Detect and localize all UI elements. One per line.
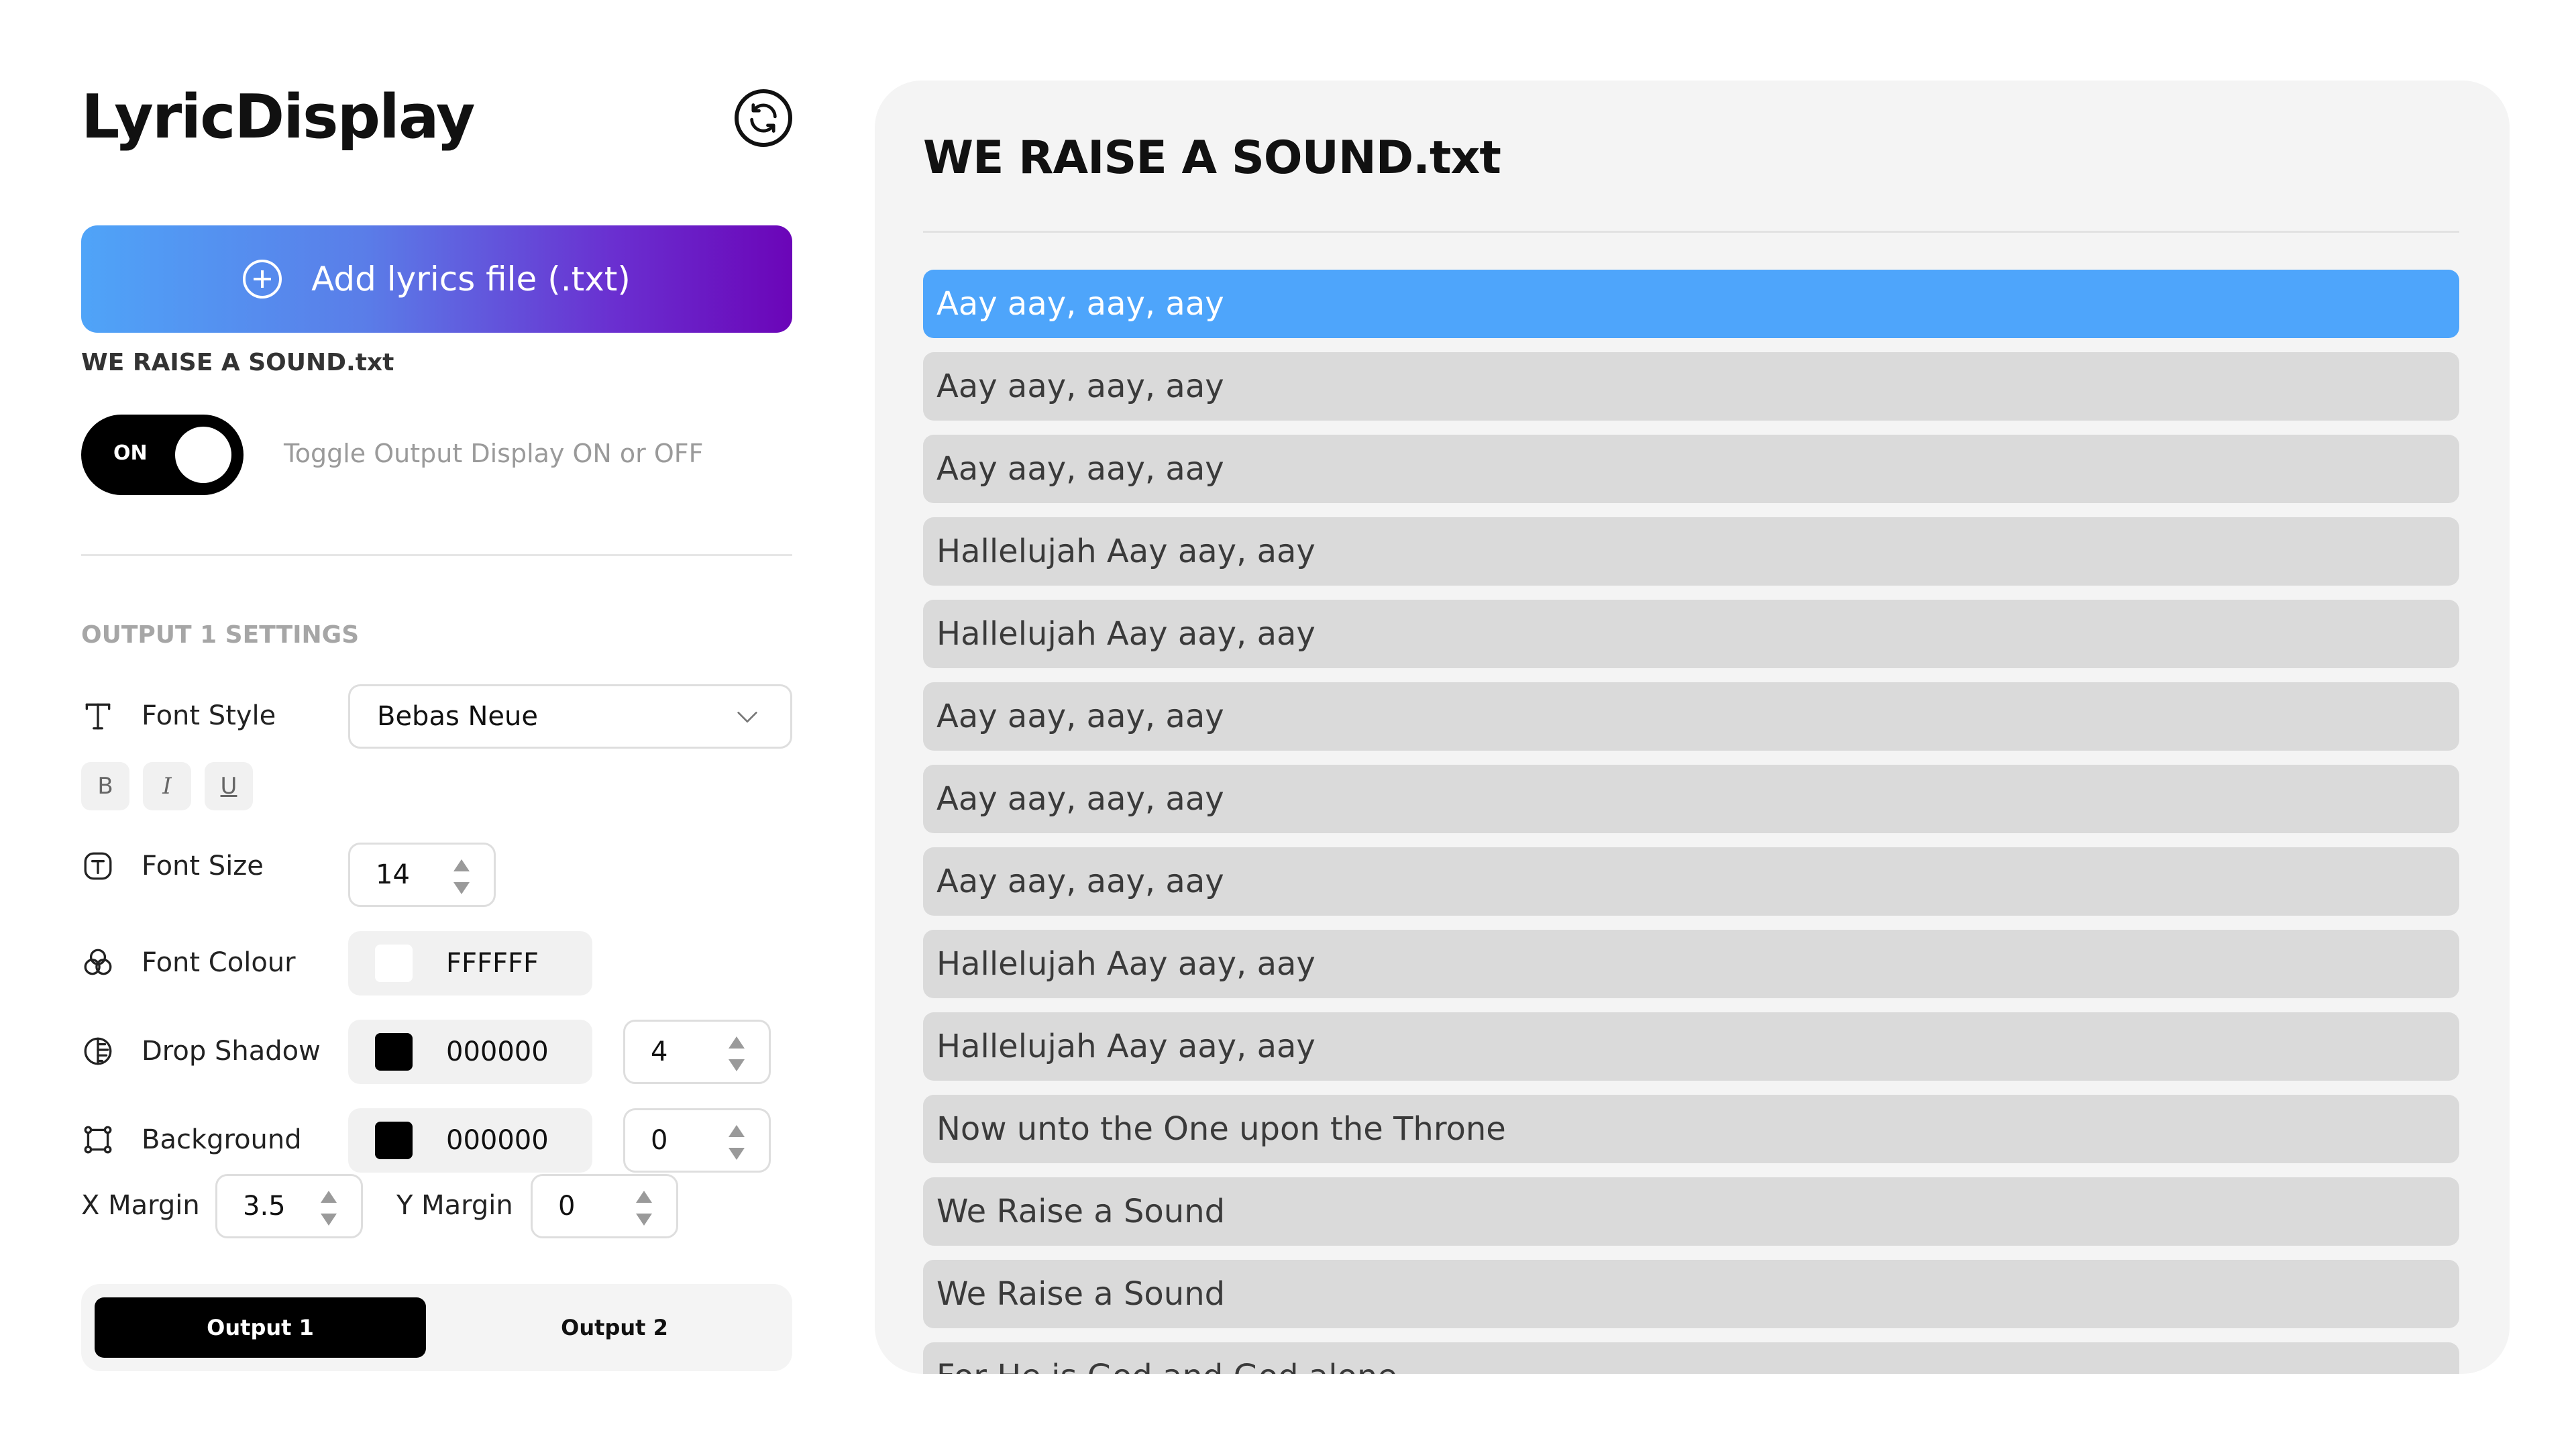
lyrics-list: Aay aay, aay, aay Aay aay, aay, aay Aay aa… (923, 270, 2459, 1374)
toggle-state-label: ON (113, 441, 148, 465)
lyric-line[interactable]: Hallelujah Aay aay, aay (923, 1012, 2459, 1081)
chevron-down-icon (737, 712, 757, 722)
stepper-arrows-icon[interactable] (636, 1189, 652, 1227)
stepper-arrows-icon[interactable] (729, 1124, 745, 1161)
font-colour-picker[interactable]: FFFFFF (348, 931, 592, 996)
tab-output-2[interactable]: Output 2 (449, 1297, 780, 1358)
control-panel: LyricDisplay Add lyrics file (.txt) WE R… (81, 0, 792, 1449)
font-size-value: 14 (376, 859, 410, 890)
font-style-label: Font Style (142, 700, 276, 731)
background-amount: 0 (651, 1125, 668, 1156)
lyric-line[interactable]: We Raise a Sound (923, 1260, 2459, 1328)
tab-output-1[interactable]: Output 1 (95, 1297, 426, 1358)
lyric-line[interactable]: Now unto the One upon the Throne (923, 1095, 2459, 1163)
add-lyrics-file-button[interactable]: Add lyrics file (.txt) (81, 225, 792, 333)
text-type-icon (81, 699, 115, 733)
lyric-line[interactable]: Hallelujah Aay aay, aay (923, 930, 2459, 998)
font-size-stepper[interactable]: 14 (348, 843, 496, 907)
y-margin-stepper[interactable]: 0 (531, 1174, 678, 1238)
font-style-value: Bebas Neue (377, 701, 538, 732)
output-display-toggle[interactable]: ON (81, 415, 244, 495)
add-circle-icon (243, 260, 282, 299)
drop-shadow-swatch[interactable] (375, 1033, 413, 1071)
lyric-line[interactable]: Hallelujah Aay aay, aay (923, 600, 2459, 668)
lyric-line[interactable]: Aay aay, aay, aay (923, 765, 2459, 833)
lyric-line[interactable]: For He is God and God alone (923, 1342, 2459, 1374)
bold-button[interactable]: B (81, 762, 129, 810)
background-stepper[interactable]: 0 (623, 1108, 771, 1173)
background-label: Background (142, 1124, 302, 1155)
color-palette-icon (81, 946, 115, 979)
font-colour-value: FFFFFF (446, 948, 539, 979)
stepper-arrows-icon[interactable] (321, 1189, 337, 1227)
underline-label: U (220, 773, 237, 800)
lyric-line[interactable]: Aay aay, aay, aay (923, 270, 2459, 338)
toggle-knob (175, 427, 231, 483)
font-colour-swatch[interactable] (375, 945, 413, 982)
font-style-select[interactable]: Bebas Neue (348, 684, 792, 749)
lyric-line[interactable]: Aay aay, aay, aay (923, 847, 2459, 916)
background-colour-value: 000000 (446, 1125, 549, 1156)
lyric-line[interactable]: Aay aay, aay, aay (923, 682, 2459, 751)
background-colour-picker[interactable]: 000000 (348, 1108, 592, 1173)
bold-label: B (97, 773, 113, 800)
preview-title: WE RAISE A SOUND.txt (923, 131, 1501, 184)
output-tabs: Output 1 Output 2 (81, 1284, 792, 1371)
background-swatch[interactable] (375, 1122, 413, 1159)
app-title: LyricDisplay (81, 82, 476, 152)
text-size-icon (81, 849, 115, 883)
lyric-line[interactable]: Aay aay, aay, aay (923, 352, 2459, 421)
drop-shadow-colour-picker[interactable]: 000000 (348, 1020, 592, 1084)
lyric-line[interactable]: We Raise a Sound (923, 1177, 2459, 1246)
refresh-button[interactable] (735, 89, 792, 147)
y-margin-label: Y Margin (396, 1190, 513, 1221)
x-margin-label: X Margin (81, 1190, 200, 1221)
frame-icon (81, 1123, 115, 1157)
underline-button[interactable]: U (205, 762, 253, 810)
divider (81, 554, 792, 556)
font-size-label: Font Size (142, 851, 264, 881)
y-margin-value: 0 (558, 1191, 576, 1222)
stepper-arrows-icon[interactable] (453, 858, 470, 896)
font-colour-label: Font Colour (142, 947, 296, 978)
toggle-hint: Toggle Output Display ON or OFF (284, 439, 704, 468)
italic-label: I (162, 773, 172, 800)
lyric-line[interactable]: Aay aay, aay, aay (923, 435, 2459, 503)
lyrics-preview-panel: WE RAISE A SOUND.txt Aay aay, aay, aay Aa… (875, 80, 2510, 1374)
x-margin-value: 3.5 (243, 1191, 286, 1222)
drop-shadow-colour-value: 000000 (446, 1036, 549, 1067)
settings-section-title: OUTPUT 1 SETTINGS (81, 621, 360, 649)
sync-icon (750, 103, 777, 133)
loaded-file-name: WE RAISE A SOUND.txt (81, 349, 394, 376)
drop-shadow-amount: 4 (651, 1036, 668, 1067)
drop-shadow-label: Drop Shadow (142, 1036, 321, 1067)
stepper-arrows-icon[interactable] (729, 1035, 745, 1073)
add-lyrics-file-label: Add lyrics file (.txt) (311, 260, 631, 299)
preview-divider (923, 231, 2459, 233)
drop-shadow-stepper[interactable]: 4 (623, 1020, 771, 1084)
italic-button[interactable]: I (143, 762, 191, 810)
lyric-line[interactable]: Hallelujah Aay aay, aay (923, 517, 2459, 586)
shadow-icon (81, 1034, 115, 1068)
x-margin-stepper[interactable]: 3.5 (215, 1174, 363, 1238)
